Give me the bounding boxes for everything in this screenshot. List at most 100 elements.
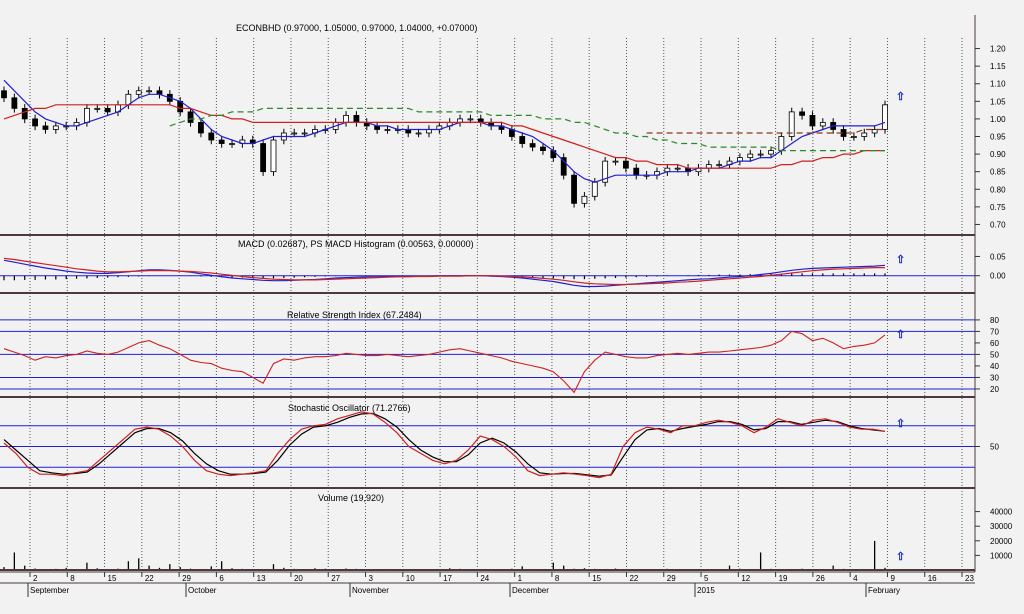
candle-body-34 <box>353 114 360 123</box>
candle-body-21 <box>218 139 225 144</box>
rsi-panel-title: Relative Strength Index (67.2484) <box>287 310 422 320</box>
candle-body-74 <box>768 150 774 155</box>
macd-panel-title: MACD (0.02687), PS MACD Histogram (0.005… <box>238 239 474 249</box>
xtick-day-label-0: 2 <box>33 574 38 583</box>
xtick-month-label-5: February <box>868 586 900 595</box>
xtick-day-label-3: 22 <box>145 574 154 583</box>
candle-body-3 <box>32 118 38 127</box>
rsi-ytick-label-1: 70 <box>990 327 999 336</box>
xtick-month-label-2: November <box>352 586 389 595</box>
candle-body-83 <box>861 132 868 137</box>
macd-ytick-label-0: 0.05 <box>990 252 1006 261</box>
candle-body-77 <box>799 111 805 116</box>
chart-canvas: 1.20 1.15 1.10 1.05 1.00 0.95 0.90 0.85 0.80 0.75… <box>0 0 1024 609</box>
rsi-up-arrow-icon: ⇧ <box>896 329 905 341</box>
xtick-day-label-19: 12 <box>741 574 750 583</box>
price-ytick-label-0: 1.20 <box>990 45 1006 54</box>
xtick-day-label-6: 13 <box>257 574 266 583</box>
candle-body-9 <box>94 107 101 110</box>
candle-body-0 <box>1 90 7 99</box>
candle-body-37 <box>384 129 391 131</box>
candle-body-25 <box>260 143 267 173</box>
price-ytick-label-6: 0.90 <box>990 150 1006 159</box>
candle-body-51 <box>529 143 536 148</box>
price-ytick-label-3: 1.05 <box>990 97 1006 106</box>
candle-body-14 <box>146 90 153 93</box>
candle-body-20 <box>208 132 215 141</box>
xtick-day-label-22: 4 <box>853 574 858 583</box>
candle-body-29 <box>301 132 308 135</box>
rsi-ytick-label-3: 50 <box>990 350 999 359</box>
candle-body-8 <box>84 107 90 123</box>
xtick-day-label-21: 26 <box>816 574 825 583</box>
macd-ytick-label-1: 0.00 <box>990 272 1006 281</box>
price-panel-title: ECONBHD (0.97000, 1.05000, 0.97000, 1.04… <box>236 23 477 33</box>
volume-up-arrow-icon: ⇧ <box>896 551 905 563</box>
stoch-ytick-label-0: 50 <box>990 443 999 452</box>
rsi-ytick-label-6: 20 <box>990 385 999 394</box>
volume-ytick-label-1: 30000 <box>990 522 1013 531</box>
stoch-up-arrow-icon: ⇧ <box>896 418 905 430</box>
price-ytick-label-4: 1.00 <box>990 115 1006 124</box>
rsi-ytick-label-2: 60 <box>990 339 999 348</box>
candle-body-82 <box>851 136 857 138</box>
xtick-day-label-9: 3 <box>369 574 374 583</box>
stock-chart: 1.20 1.15 1.10 1.05 1.00 0.95 0.90 0.85 0.80 0.75… <box>0 0 1024 609</box>
candle-body-19 <box>198 122 204 134</box>
xtick-day-label-24: 16 <box>928 574 937 583</box>
price-ytick-label-5: 0.95 <box>990 133 1006 142</box>
candle-body-57 <box>591 181 598 197</box>
rsi-ytick-label-5: 30 <box>990 373 999 382</box>
candle-body-13 <box>135 90 142 95</box>
candle-body-33 <box>343 114 349 123</box>
candle-body-22 <box>229 143 235 145</box>
xtick-day-label-11: 17 <box>443 574 452 583</box>
price-ytick-label-8: 0.80 <box>990 185 1006 194</box>
xtick-day-label-4: 29 <box>182 574 191 583</box>
candle-body-40 <box>415 132 422 135</box>
price-ytick-label-10: 0.70 <box>990 220 1006 229</box>
candle-body-72 <box>747 153 754 159</box>
volume-ytick-label-2: 20000 <box>990 537 1013 546</box>
xtick-day-label-7: 20 <box>294 574 303 583</box>
candle-body-85 <box>882 104 888 130</box>
candle-body-4 <box>42 125 49 130</box>
candle-body-28 <box>291 132 298 135</box>
xtick-day-label-25: 23 <box>965 574 974 583</box>
price-ytick-label-9: 0.75 <box>990 203 1006 212</box>
rsi-ytick-label-0: 80 <box>990 316 999 325</box>
candle-body-5 <box>52 125 59 130</box>
xtick-day-label-15: 15 <box>592 574 601 583</box>
candle-body-73 <box>757 153 764 156</box>
price-ytick-label-7: 0.85 <box>990 168 1006 177</box>
rsi-ytick-label-4: 40 <box>990 362 999 371</box>
candle-body-65 <box>674 167 681 170</box>
xtick-day-label-1: 8 <box>70 574 75 583</box>
macd-up-arrow-icon: ⇧ <box>896 254 905 266</box>
price-up-arrow-icon: ⇧ <box>896 91 905 103</box>
candle-body-59 <box>612 160 619 163</box>
candle-body-61 <box>633 167 640 176</box>
candle-body-50 <box>519 136 526 144</box>
xtick-day-label-13: 1 <box>518 574 523 583</box>
xtick-month-label-1: October <box>188 586 217 595</box>
candle-body-2 <box>21 107 28 120</box>
xtick-day-label-12: 24 <box>480 574 489 583</box>
xtick-day-label-8: 27 <box>331 574 340 583</box>
candle-body-78 <box>809 114 816 127</box>
candle-body-52 <box>540 146 546 151</box>
volume-ytick-label-0: 40000 <box>990 508 1013 517</box>
xtick-day-label-16: 22 <box>629 574 638 583</box>
candle-body-79 <box>819 122 826 127</box>
candle-body-56 <box>581 195 588 204</box>
xtick-day-label-20: 19 <box>779 574 788 583</box>
xtick-day-label-18: 5 <box>704 574 709 583</box>
xtick-day-label-10: 10 <box>406 574 415 583</box>
xtick-day-label-17: 29 <box>667 574 676 583</box>
candle-body-60 <box>622 160 629 169</box>
candle-body-1 <box>11 97 18 109</box>
xtick-day-label-2: 15 <box>108 574 117 583</box>
xtick-month-label-0: September <box>30 586 69 595</box>
xtick-day-label-23: 9 <box>890 574 895 583</box>
candle-body-69 <box>716 164 723 167</box>
